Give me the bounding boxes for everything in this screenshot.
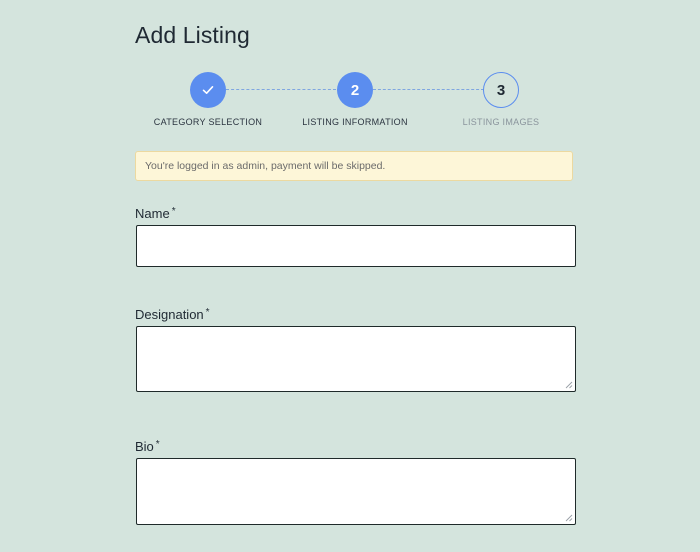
check-icon bbox=[202, 86, 214, 94]
bio-label-text: Bio bbox=[135, 439, 154, 454]
designation-textarea[interactable] bbox=[136, 326, 576, 392]
resize-grip-icon[interactable] bbox=[565, 514, 573, 522]
stepper: 2 3 CATEGORY SELECTION LISTING INFORMATI… bbox=[0, 0, 700, 140]
step-3-number: 3 bbox=[496, 81, 506, 99]
admin-notice-text: You're logged in as admin, payment will … bbox=[145, 160, 386, 172]
resize-grip-icon[interactable] bbox=[565, 381, 573, 389]
step-1-circle[interactable] bbox=[190, 72, 226, 108]
step-connector bbox=[373, 89, 484, 90]
required-marker: * bbox=[155, 439, 160, 450]
step-connector bbox=[226, 89, 336, 90]
step-3-circle[interactable]: 3 bbox=[483, 72, 519, 108]
step-1-label: CATEGORY SELECTION bbox=[153, 117, 263, 127]
designation-label: Designation * bbox=[135, 307, 210, 322]
designation-label-text: Designation bbox=[135, 307, 204, 322]
admin-notice: You're logged in as admin, payment will … bbox=[135, 151, 573, 181]
step-2-label: LISTING INFORMATION bbox=[302, 117, 408, 127]
bio-label: Bio * bbox=[135, 439, 160, 454]
bio-textarea[interactable] bbox=[136, 458, 576, 525]
name-label: Name * bbox=[135, 206, 176, 221]
required-marker: * bbox=[171, 206, 176, 217]
name-label-text: Name bbox=[135, 206, 170, 221]
name-input[interactable] bbox=[136, 225, 576, 267]
step-2-circle[interactable]: 2 bbox=[337, 72, 373, 108]
required-marker: * bbox=[205, 307, 210, 318]
step-2-number: 2 bbox=[350, 81, 360, 99]
step-3-label: LISTING IMAGES bbox=[462, 117, 540, 127]
